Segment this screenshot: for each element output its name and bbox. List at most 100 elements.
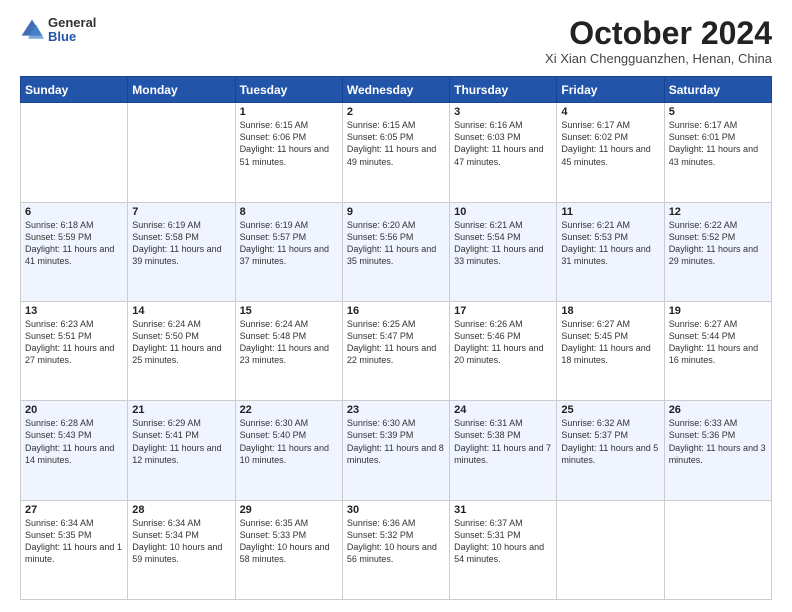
calendar-cell: 29 Sunrise: 6:35 AM Sunset: 5:33 PM Dayl… [235, 500, 342, 599]
sunrise: Sunrise: 6:34 AM [25, 518, 94, 528]
daylight: Daylight: 11 hours and 10 minutes. [240, 443, 329, 465]
sunrise: Sunrise: 6:37 AM [454, 518, 523, 528]
day-info: Sunrise: 6:35 AM Sunset: 5:33 PM Dayligh… [240, 517, 338, 566]
calendar-cell: 15 Sunrise: 6:24 AM Sunset: 5:48 PM Dayl… [235, 301, 342, 400]
sunrise: Sunrise: 6:15 AM [347, 120, 416, 130]
sunset: Sunset: 5:39 PM [347, 430, 414, 440]
sunrise: Sunrise: 6:27 AM [561, 319, 630, 329]
day-info: Sunrise: 6:26 AM Sunset: 5:46 PM Dayligh… [454, 318, 552, 367]
calendar-cell: 31 Sunrise: 6:37 AM Sunset: 5:31 PM Dayl… [450, 500, 557, 599]
sunrise: Sunrise: 6:20 AM [347, 220, 416, 230]
day-info: Sunrise: 6:21 AM Sunset: 5:54 PM Dayligh… [454, 219, 552, 268]
sunset: Sunset: 6:01 PM [669, 132, 736, 142]
day-info: Sunrise: 6:27 AM Sunset: 5:44 PM Dayligh… [669, 318, 767, 367]
location: Xi Xian Chengguanzhen, Henan, China [545, 51, 772, 66]
day-number: 8 [240, 206, 338, 218]
day-info: Sunrise: 6:30 AM Sunset: 5:39 PM Dayligh… [347, 417, 445, 466]
header-tuesday: Tuesday [235, 77, 342, 103]
sunset: Sunset: 5:31 PM [454, 530, 521, 540]
day-info: Sunrise: 6:33 AM Sunset: 5:36 PM Dayligh… [669, 417, 767, 466]
day-number: 1 [240, 106, 338, 118]
sunrise: Sunrise: 6:24 AM [240, 319, 309, 329]
calendar-cell: 25 Sunrise: 6:32 AM Sunset: 5:37 PM Dayl… [557, 401, 664, 500]
day-info: Sunrise: 6:19 AM Sunset: 5:57 PM Dayligh… [240, 219, 338, 268]
calendar-cell: 19 Sunrise: 6:27 AM Sunset: 5:44 PM Dayl… [664, 301, 771, 400]
sunrise: Sunrise: 6:23 AM [25, 319, 94, 329]
day-number: 15 [240, 305, 338, 317]
day-info: Sunrise: 6:17 AM Sunset: 6:02 PM Dayligh… [561, 119, 659, 168]
sunset: Sunset: 6:02 PM [561, 132, 628, 142]
sunrise: Sunrise: 6:15 AM [240, 120, 309, 130]
calendar-cell: 20 Sunrise: 6:28 AM Sunset: 5:43 PM Dayl… [21, 401, 128, 500]
day-info: Sunrise: 6:32 AM Sunset: 5:37 PM Dayligh… [561, 417, 659, 466]
day-number: 30 [347, 504, 445, 516]
calendar-table: Sunday Monday Tuesday Wednesday Thursday… [20, 76, 772, 600]
daylight: Daylight: 11 hours and 14 minutes. [25, 443, 114, 465]
day-number: 24 [454, 404, 552, 416]
calendar-cell: 22 Sunrise: 6:30 AM Sunset: 5:40 PM Dayl… [235, 401, 342, 500]
daylight: Daylight: 11 hours and 49 minutes. [347, 144, 436, 166]
daylight: Daylight: 11 hours and 51 minutes. [240, 144, 329, 166]
calendar-cell [557, 500, 664, 599]
calendar-cell: 3 Sunrise: 6:16 AM Sunset: 6:03 PM Dayli… [450, 103, 557, 202]
day-info: Sunrise: 6:24 AM Sunset: 5:48 PM Dayligh… [240, 318, 338, 367]
sunset: Sunset: 5:34 PM [132, 530, 199, 540]
daylight: Daylight: 11 hours and 12 minutes. [132, 443, 221, 465]
daylight: Daylight: 11 hours and 7 minutes. [454, 443, 551, 465]
page: General Blue October 2024 Xi Xian Chengg… [0, 0, 792, 612]
sunset: Sunset: 5:40 PM [240, 430, 307, 440]
calendar-week-row: 20 Sunrise: 6:28 AM Sunset: 5:43 PM Dayl… [21, 401, 772, 500]
title-block: October 2024 Xi Xian Chengguanzhen, Hena… [545, 16, 772, 66]
calendar-cell: 28 Sunrise: 6:34 AM Sunset: 5:34 PM Dayl… [128, 500, 235, 599]
daylight: Daylight: 11 hours and 1 minute. [25, 542, 122, 564]
sunrise: Sunrise: 6:24 AM [132, 319, 201, 329]
day-info: Sunrise: 6:37 AM Sunset: 5:31 PM Dayligh… [454, 517, 552, 566]
day-number: 14 [132, 305, 230, 317]
logo-general: General [48, 16, 96, 30]
day-info: Sunrise: 6:31 AM Sunset: 5:38 PM Dayligh… [454, 417, 552, 466]
sunrise: Sunrise: 6:31 AM [454, 418, 523, 428]
day-number: 17 [454, 305, 552, 317]
header-wednesday: Wednesday [342, 77, 449, 103]
calendar-cell: 11 Sunrise: 6:21 AM Sunset: 5:53 PM Dayl… [557, 202, 664, 301]
day-info: Sunrise: 6:27 AM Sunset: 5:45 PM Dayligh… [561, 318, 659, 367]
sunset: Sunset: 5:33 PM [240, 530, 307, 540]
calendar-cell: 4 Sunrise: 6:17 AM Sunset: 6:02 PM Dayli… [557, 103, 664, 202]
sunrise: Sunrise: 6:25 AM [347, 319, 416, 329]
day-number: 16 [347, 305, 445, 317]
calendar-week-row: 13 Sunrise: 6:23 AM Sunset: 5:51 PM Dayl… [21, 301, 772, 400]
day-number: 3 [454, 106, 552, 118]
day-number: 10 [454, 206, 552, 218]
day-number: 9 [347, 206, 445, 218]
logo: General Blue [20, 16, 96, 45]
calendar-week-row: 1 Sunrise: 6:15 AM Sunset: 6:06 PM Dayli… [21, 103, 772, 202]
calendar-cell: 12 Sunrise: 6:22 AM Sunset: 5:52 PM Dayl… [664, 202, 771, 301]
sunset: Sunset: 5:58 PM [132, 232, 199, 242]
calendar-cell: 9 Sunrise: 6:20 AM Sunset: 5:56 PM Dayli… [342, 202, 449, 301]
sunset: Sunset: 5:57 PM [240, 232, 307, 242]
day-number: 6 [25, 206, 123, 218]
day-info: Sunrise: 6:15 AM Sunset: 6:06 PM Dayligh… [240, 119, 338, 168]
daylight: Daylight: 11 hours and 16 minutes. [669, 343, 758, 365]
sunrise: Sunrise: 6:17 AM [561, 120, 630, 130]
day-number: 28 [132, 504, 230, 516]
daylight: Daylight: 11 hours and 35 minutes. [347, 244, 436, 266]
calendar-cell: 8 Sunrise: 6:19 AM Sunset: 5:57 PM Dayli… [235, 202, 342, 301]
calendar-cell: 10 Sunrise: 6:21 AM Sunset: 5:54 PM Dayl… [450, 202, 557, 301]
sunset: Sunset: 5:50 PM [132, 331, 199, 341]
sunrise: Sunrise: 6:19 AM [132, 220, 201, 230]
sunrise: Sunrise: 6:30 AM [347, 418, 416, 428]
day-info: Sunrise: 6:18 AM Sunset: 5:59 PM Dayligh… [25, 219, 123, 268]
daylight: Daylight: 10 hours and 54 minutes. [454, 542, 544, 564]
sunrise: Sunrise: 6:35 AM [240, 518, 309, 528]
sunrise: Sunrise: 6:17 AM [669, 120, 738, 130]
sunset: Sunset: 5:56 PM [347, 232, 414, 242]
calendar-cell: 1 Sunrise: 6:15 AM Sunset: 6:06 PM Dayli… [235, 103, 342, 202]
sunset: Sunset: 5:38 PM [454, 430, 521, 440]
daylight: Daylight: 11 hours and 20 minutes. [454, 343, 543, 365]
day-info: Sunrise: 6:36 AM Sunset: 5:32 PM Dayligh… [347, 517, 445, 566]
calendar-cell: 16 Sunrise: 6:25 AM Sunset: 5:47 PM Dayl… [342, 301, 449, 400]
sunrise: Sunrise: 6:21 AM [561, 220, 630, 230]
daylight: Daylight: 10 hours and 59 minutes. [132, 542, 222, 564]
day-info: Sunrise: 6:21 AM Sunset: 5:53 PM Dayligh… [561, 219, 659, 268]
